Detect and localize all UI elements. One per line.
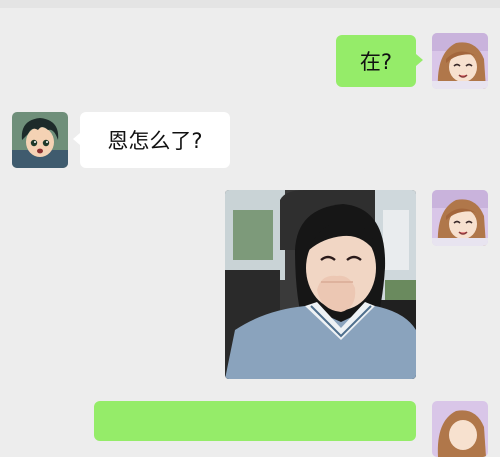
anime-girl-avatar-icon[interactable] <box>432 401 488 457</box>
top-bar-strip <box>0 0 500 8</box>
message-text: 在? <box>359 50 393 74</box>
anime-girl-avatar-icon[interactable] <box>432 33 488 89</box>
bubble-tail <box>73 133 80 145</box>
anime-boy-avatar-icon[interactable] <box>12 112 68 168</box>
message-bubble-received[interactable]: 恩怎么了? <box>80 112 230 168</box>
anime-girl-avatar-icon[interactable] <box>432 190 488 246</box>
message-bubble-sent[interactable] <box>94 401 416 441</box>
bubble-tail <box>416 54 423 66</box>
message-bubble-sent[interactable]: 在? <box>336 35 416 87</box>
message-text: 恩怎么了? <box>107 129 203 153</box>
selfie-photo-image[interactable] <box>225 190 416 379</box>
